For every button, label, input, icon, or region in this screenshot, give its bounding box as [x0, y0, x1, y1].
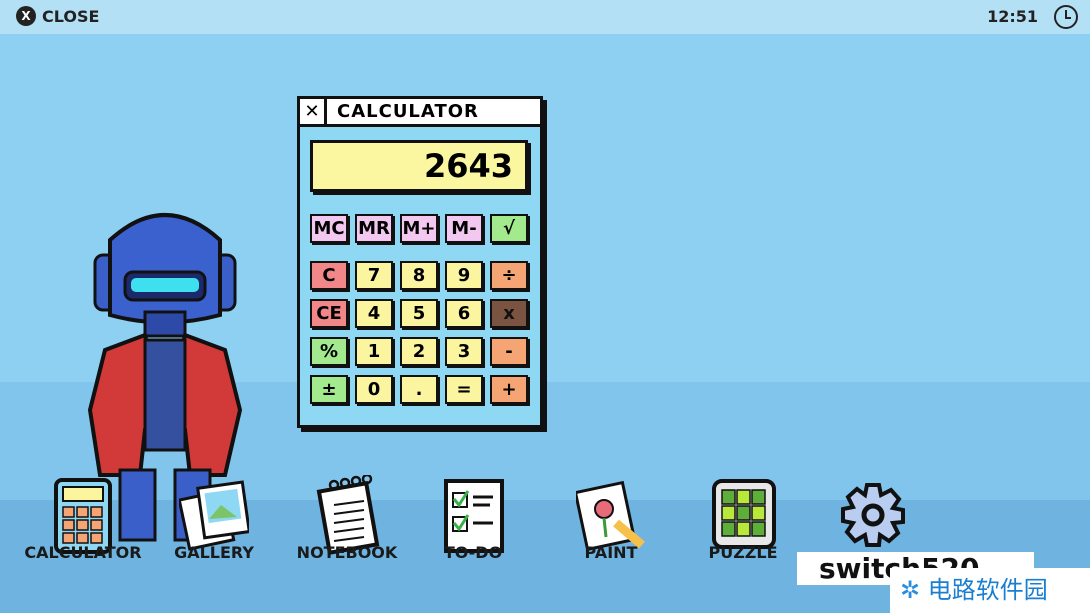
watermark-site: ✲ 电路软件园: [890, 568, 1090, 613]
key-÷[interactable]: ÷: [490, 261, 528, 290]
dock-item-calculator[interactable]: CALCULATOR: [18, 470, 148, 590]
key-√[interactable]: √: [490, 214, 528, 243]
key-9[interactable]: 9: [445, 261, 483, 290]
close-button[interactable]: X CLOSE: [16, 6, 99, 26]
calculator-titlebar: ✕ CALCULATOR: [300, 99, 540, 127]
key-6[interactable]: 6: [445, 299, 483, 328]
key-x[interactable]: x: [490, 299, 528, 328]
key--[interactable]: -: [490, 337, 528, 366]
key-MR[interactable]: MR: [355, 214, 393, 243]
key-M-[interactable]: M-: [445, 214, 483, 243]
key-MC[interactable]: MC: [310, 214, 348, 243]
top-bar: X CLOSE 12:51: [0, 0, 1090, 34]
clock-time: 12:51: [987, 7, 1038, 26]
watermark-site-text: 电路软件园: [927, 576, 1048, 604]
key-7[interactable]: 7: [355, 261, 393, 290]
dock-item-to-do[interactable]: TO-DO: [408, 470, 538, 590]
key-C[interactable]: C: [310, 261, 348, 290]
dock-label: GALLERY: [174, 543, 254, 562]
dock-label: TO-DO: [443, 543, 503, 562]
dock-label: CALCULATOR: [24, 543, 142, 562]
key-4[interactable]: 4: [355, 299, 393, 328]
window-title: CALCULATOR: [337, 101, 479, 122]
settings-gear-icon: [841, 483, 905, 547]
calculator-display: 2643: [310, 140, 528, 192]
key-=[interactable]: =: [445, 375, 483, 404]
key-.[interactable]: .: [400, 375, 438, 404]
key-8[interactable]: 8: [400, 261, 438, 290]
dock-label: NOTEBOOK: [296, 543, 398, 562]
key-5[interactable]: 5: [400, 299, 438, 328]
dock-item-notebook[interactable]: NOTEBOOK: [282, 470, 412, 590]
key-%[interactable]: %: [310, 337, 348, 366]
key-2[interactable]: 2: [400, 337, 438, 366]
key-M+[interactable]: M+: [400, 214, 438, 243]
key-0[interactable]: 0: [355, 375, 393, 404]
close-window-button[interactable]: ✕: [300, 99, 327, 124]
dock-label: PUZZLE: [708, 543, 778, 562]
key-±[interactable]: ±: [310, 375, 348, 404]
dock-label: PAINT: [584, 543, 638, 562]
x-button-icon: X: [16, 6, 36, 26]
close-label: CLOSE: [42, 6, 100, 26]
dock-item-puzzle[interactable]: PUZZLE: [678, 470, 808, 590]
clock-icon: [1054, 5, 1078, 29]
key-3[interactable]: 3: [445, 337, 483, 366]
key-CE[interactable]: CE: [310, 299, 348, 328]
dock-item-gallery[interactable]: GALLERY: [149, 470, 279, 590]
dock-item-paint[interactable]: PAINT: [546, 470, 676, 590]
calculator-window: ✕ CALCULATOR 2643 MC MR M+ M- √ C 7 8 9 ÷ CE 4 5 6 x% 1…: [297, 96, 543, 428]
key-1[interactable]: 1: [355, 337, 393, 366]
key-+[interactable]: +: [490, 375, 528, 404]
